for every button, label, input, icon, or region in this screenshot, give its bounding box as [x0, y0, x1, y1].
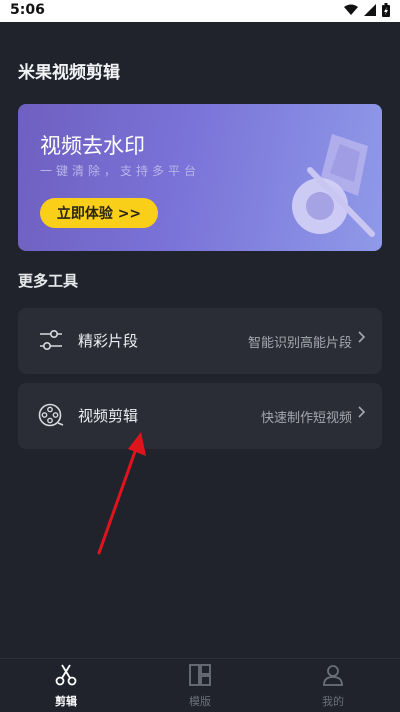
nav-tab-templates[interactable]: 模版: [160, 663, 240, 709]
scissors-icon: [55, 664, 77, 686]
nav-tab-profile[interactable]: 我的: [293, 663, 373, 709]
nav-tab-edit[interactable]: 剪辑: [26, 663, 106, 709]
nav-label: 我的: [322, 695, 344, 708]
annotation-arrow: [97, 432, 146, 555]
nav-label: 剪辑: [55, 695, 77, 708]
bottom-navigation: 剪辑 模版 我的: [0, 658, 400, 712]
template-grid-icon: [189, 664, 211, 686]
nav-label: 模版: [189, 695, 211, 708]
user-icon: [323, 665, 343, 686]
